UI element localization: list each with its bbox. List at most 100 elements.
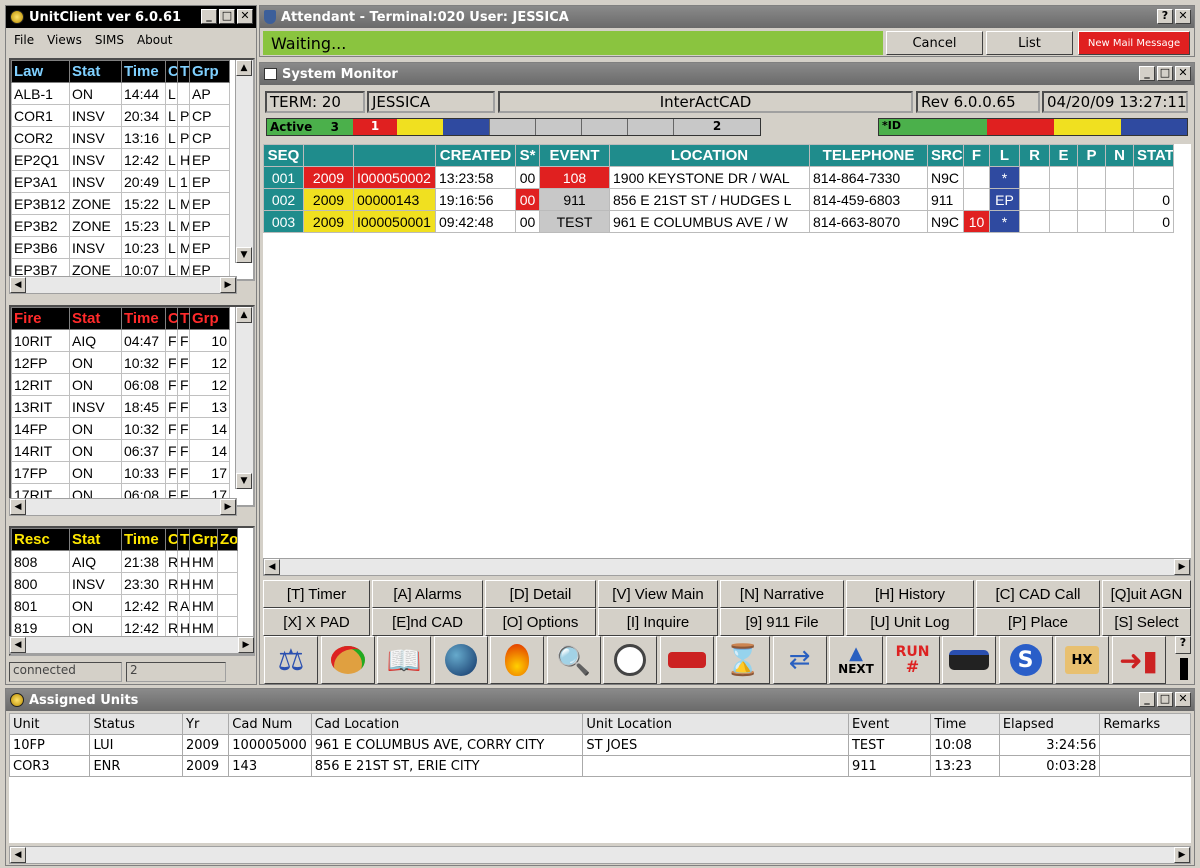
unit-row[interactable]: 13RIT INSV 18:45 F F 13 [11,395,230,418]
assigned-hscroll[interactable]: ◀ ▶ [9,846,1191,864]
active-queue[interactable]: Active 3 [267,119,353,135]
event-row[interactable]: 003 2009 I000050001 09:42:48 00 TEST 961 E COL… [263,210,1174,233]
menu-file[interactable]: File [14,33,34,47]
menu-views[interactable]: Views [47,33,82,47]
unit-row[interactable]: 12RIT ON 06:08 F F 12 [11,373,230,396]
event-hscroll[interactable]: ◀ ▶ [263,558,1191,576]
law-vscroll[interactable]: ▲ ▼ [235,60,253,263]
assigned-column-header[interactable]: Time [930,713,1000,735]
command-button-t-timer[interactable]: [T] Timer [263,580,370,608]
command-button-h-history[interactable]: [H] History [846,580,974,608]
red-queue[interactable]: 1 [353,119,397,135]
command-button-u-unit-log[interactable]: [U] Unit Log [846,608,974,636]
assigned-unit-row[interactable]: COR3 ENR 2009 143 856 E 21ST ST, ERIE CITY 91… [9,755,1191,777]
unit-row[interactable]: COR2 INSV 13:16 L P CP [11,126,230,149]
command-button-c-cad-call[interactable]: [C] CAD Call [976,580,1100,608]
clock-icon[interactable] [603,636,657,684]
minimize-icon[interactable]: _ [1139,692,1155,707]
column-header[interactable]: T [177,528,190,551]
fire-hscroll[interactable]: ◀ ▶ [9,498,237,516]
event-column-header[interactable]: E [1049,144,1078,167]
new-mail-button[interactable]: New Mail Message [1078,31,1190,55]
attendant-titlebar[interactable]: Attendant - Terminal:020 User: JESSICA ?… [260,6,1194,28]
exit-door-icon[interactable]: ➜▮ [1111,636,1166,684]
column-header[interactable]: Time [121,528,166,551]
unit-row[interactable]: 800 INSV 23:30 R H HM [11,572,238,595]
close-icon[interactable]: ✕ [237,9,253,24]
column-header[interactable]: Resc [11,528,70,551]
event-column-header[interactable]: EVENT [539,144,610,167]
column-header[interactable]: Grp [189,528,218,551]
event-column-header[interactable]: F [963,144,990,167]
unit-row[interactable]: EP3B6INSV10:23LMEP [11,236,230,259]
event-column-header[interactable]: S* [515,144,540,167]
event-row[interactable]: 002 2009 00000143 19:16:56 00 911 856 E 21ST S… [263,188,1174,211]
event-column-header[interactable] [353,144,436,167]
fire-vscroll[interactable]: ▲ ▼ [235,307,253,489]
unit-row[interactable]: EP3A1 INSV 20:49 L 1 EP [11,170,230,193]
assigned-column-header[interactable]: Cad Num [228,713,312,735]
unit-row[interactable]: EP3B12ZONE15:22LMEP [11,192,230,215]
maximize-icon[interactable]: □ [1157,66,1173,81]
yellow-queue[interactable] [397,119,443,135]
scales-icon[interactable]: ⚖ [264,636,318,684]
assigned-column-header[interactable]: Yr [182,713,230,735]
command-button-x-x-pad[interactable]: [X] X PAD [263,608,370,636]
column-header[interactable]: Time [121,60,166,83]
event-column-header[interactable]: L [989,144,1020,167]
command-button-9-911-file[interactable]: [9] 911 File [720,608,844,636]
column-header[interactable]: Grp [189,307,230,330]
command-button-p-place[interactable]: [P] Place [976,608,1100,636]
column-header[interactable]: C [165,528,178,551]
assigned-column-header[interactable]: Unit Location [582,713,849,735]
event-row[interactable]: 001 2009 I000050002 13:23:58 00 108 1900 KEYST… [263,166,1174,189]
transfer-icon[interactable]: ⇄ [772,636,827,684]
id-queue[interactable]: *ID [879,119,987,135]
run-number-icon[interactable]: RUN # [885,636,940,684]
command-button-d-detail[interactable]: [D] Detail [485,580,596,608]
palette-icon[interactable] [320,636,375,684]
column-header[interactable]: C [165,60,178,83]
police-car-icon[interactable] [942,636,996,684]
command-button-n-narrative[interactable]: [N] Narrative [720,580,844,608]
column-header[interactable]: Grp [189,60,230,83]
help-icon[interactable]: ? [1157,9,1173,24]
column-header[interactable]: Zo [217,528,238,551]
column-header[interactable]: T [177,60,190,83]
unit-row[interactable]: 14FP ON 10:32 F F 14 [11,417,230,440]
command-button-i-inquire[interactable]: [I] Inquire [598,608,718,636]
command-button-a-alarms[interactable]: [A] Alarms [372,580,483,608]
cancel-button[interactable]: Cancel [886,31,983,55]
hx-scroll-icon[interactable]: HX [1055,636,1109,684]
s-badge-icon[interactable]: S [998,636,1053,684]
gray-queue[interactable]: 2 [673,119,760,135]
unit-row[interactable]: 12FP ON 10:32 F F 12 [11,351,230,374]
column-header[interactable]: T [177,307,190,330]
assigned-column-header[interactable]: Status [89,713,184,735]
globe-icon[interactable] [433,636,488,684]
menu-about[interactable]: About [137,33,172,47]
event-column-header[interactable]: SRC [927,144,964,167]
close-icon[interactable]: ✕ [1175,692,1191,707]
unit-row[interactable]: 14RIT ON 06:37 F F 14 [11,439,230,462]
event-column-header[interactable] [303,144,354,167]
event-column-header[interactable]: CREATED [435,144,516,167]
toolbar-slider[interactable] [1180,658,1188,680]
next-icon[interactable]: ▲ NEXT [829,636,883,684]
assigned-column-header[interactable]: Event [847,713,932,735]
unitclient-titlebar[interactable]: UnitClient ver 6.0.61 _ □ ✕ [6,6,256,28]
command-button-o-options[interactable]: [O] Options [485,608,596,636]
event-column-header[interactable]: N [1105,144,1134,167]
system-monitor-titlebar[interactable]: System Monitor _ □ ✕ [260,63,1194,85]
column-header[interactable]: Stat [69,60,122,83]
column-header[interactable]: Fire [11,307,70,330]
assigned-column-header[interactable]: Remarks [1099,713,1191,735]
command-button-s-select[interactable]: [S] Select [1102,608,1191,636]
command-button-q-uit-agn[interactable]: [Q]uit AGN [1102,580,1191,608]
unit-row[interactable]: ALB-1 ON 14:44 L AP [11,82,230,105]
book-icon[interactable]: 📖 [377,636,431,684]
fire-icon[interactable] [490,636,544,684]
unit-row[interactable]: COR1 INSV 20:34 L P CP [11,104,230,127]
minimize-icon[interactable]: _ [1139,66,1155,81]
column-header[interactable]: C [165,307,178,330]
